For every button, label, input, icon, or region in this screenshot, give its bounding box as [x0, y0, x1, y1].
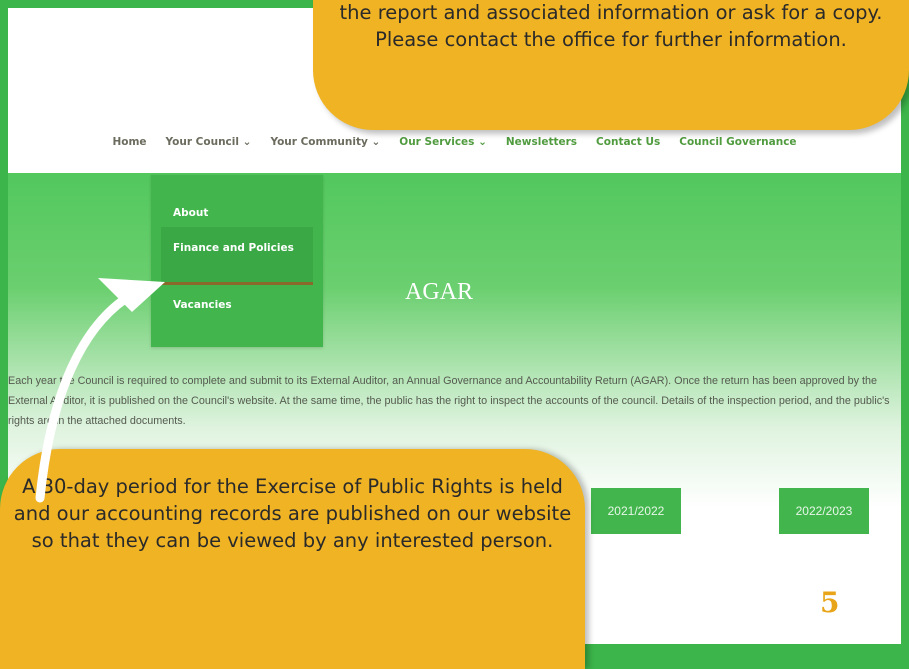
- main-nav: Home Your Council ⌄ Your Community ⌄ Our…: [8, 136, 901, 158]
- nav-your-community[interactable]: Your Community ⌄: [270, 136, 380, 158]
- nav-newsletters[interactable]: Newsletters: [506, 136, 577, 158]
- nav-contact-us[interactable]: Contact Us: [596, 136, 660, 158]
- page-number: 5: [820, 586, 840, 619]
- callout-bottom-text: A 30-day period for the Exercise of Publ…: [13, 475, 572, 552]
- nav-council-governance[interactable]: Council Governance: [679, 136, 796, 158]
- agar-2021-2022-button[interactable]: 2021/2022: [591, 488, 681, 534]
- nav-home[interactable]: Home: [112, 136, 146, 158]
- info-callout-top: the report and associated information or…: [313, 0, 909, 130]
- info-callout-bottom: A 30-day period for the Exercise of Publ…: [0, 449, 585, 669]
- your-council-dropdown: About Finance and Policies Vacancies: [151, 175, 323, 347]
- agar-description: Each year the Council is required to com…: [8, 375, 890, 427]
- dropdown-item-finance-and-policies[interactable]: Finance and Policies: [173, 240, 303, 256]
- callout-top-text: the report and associated information or…: [339, 1, 883, 51]
- page-title: AGAR: [405, 279, 474, 305]
- nav-our-services[interactable]: Our Services ⌄: [399, 136, 487, 158]
- dropdown-item-about[interactable]: About: [173, 205, 208, 221]
- dropdown-active-underline: [161, 282, 313, 285]
- dropdown-item-vacancies[interactable]: Vacancies: [173, 297, 232, 313]
- nav-your-council[interactable]: Your Council ⌄: [166, 136, 252, 158]
- agar-2022-2023-button[interactable]: 2022/2023: [779, 488, 869, 534]
